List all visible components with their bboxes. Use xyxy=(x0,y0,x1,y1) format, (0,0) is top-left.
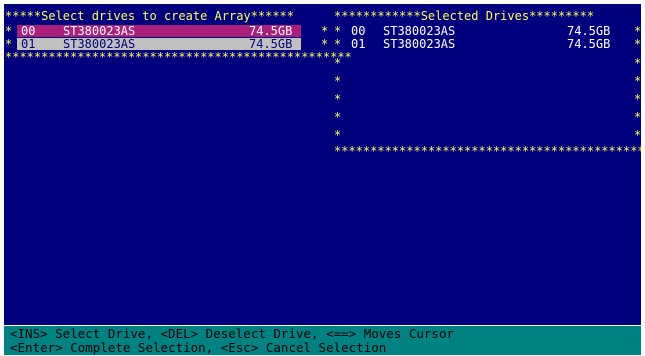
status-line-keys-2: <Enter> Complete Selection, <Esc> Cancel… xyxy=(10,340,387,355)
right-panel-side-border: * xyxy=(334,92,342,106)
left-border-char: * xyxy=(5,37,13,51)
drive-model: ST380023AS xyxy=(63,37,136,51)
right-panel-side-border: * xyxy=(634,110,642,124)
drive-index: 01 xyxy=(21,37,36,51)
right-border-char: * xyxy=(321,37,329,51)
right-border-char: * xyxy=(321,24,329,38)
left-border-char: * xyxy=(5,24,13,38)
drive-index: 01 xyxy=(351,37,366,51)
right-panel-side-border: * xyxy=(334,110,342,124)
status-bar: <INS> Select Drive, <DEL> Deselect Drive… xyxy=(4,326,641,355)
left-border-char: * xyxy=(334,37,342,51)
selected-drive-row-01: * 01 ST380023AS 74.5GB * xyxy=(334,37,641,51)
drive-index: 00 xyxy=(351,24,366,38)
drive-capacity: 74.5GB xyxy=(567,24,611,38)
drive-model: ST380023AS xyxy=(383,24,456,38)
right-panel-title: Selected Drives xyxy=(420,9,530,23)
right-panel-side-border: * xyxy=(334,128,342,142)
right-panel-side-border: * xyxy=(634,92,642,106)
right-panel-top-border: ************Selected Drives********* xyxy=(334,9,595,23)
bios-raid-screen: *****Select drives to create Array******… xyxy=(0,0,645,356)
right-panel-side-border: * xyxy=(334,56,342,70)
drive-row-00[interactable]: * 00 ST380023AS 74.5GB * xyxy=(5,24,328,38)
drive-row-01[interactable]: * 01 ST380023AS 74.5GB * xyxy=(5,37,328,51)
drive-model: ST380023AS xyxy=(383,37,456,51)
drive-capacity: 74.5GB xyxy=(249,37,293,51)
left-panel-title: Select drives to create Array xyxy=(41,9,251,23)
status-line-keys-1: <INS> Select Drive, <DEL> Deselect Drive… xyxy=(10,326,455,341)
drive-model: ST380023AS xyxy=(63,24,136,38)
right-border-char: * xyxy=(634,24,642,38)
drive-capacity: 74.5GB xyxy=(249,24,293,38)
left-panel-bottom-border: ****************************************… xyxy=(5,50,352,64)
right-panel-bottom-border: ****************************************… xyxy=(334,144,645,158)
drive-capacity: 74.5GB xyxy=(567,37,611,51)
right-panel-side-border: * xyxy=(634,56,642,70)
selected-drive-row-00: * 00 ST380023AS 74.5GB * xyxy=(334,24,641,38)
right-panel-side-border: * xyxy=(634,128,642,142)
left-panel-top-border: *****Select drives to create Array****** xyxy=(5,9,294,23)
drive-index: 00 xyxy=(21,24,36,38)
right-panel-side-border: * xyxy=(634,74,642,88)
left-border-char: * xyxy=(334,24,342,38)
right-border-char: * xyxy=(634,37,642,51)
right-panel-side-border: * xyxy=(334,74,342,88)
